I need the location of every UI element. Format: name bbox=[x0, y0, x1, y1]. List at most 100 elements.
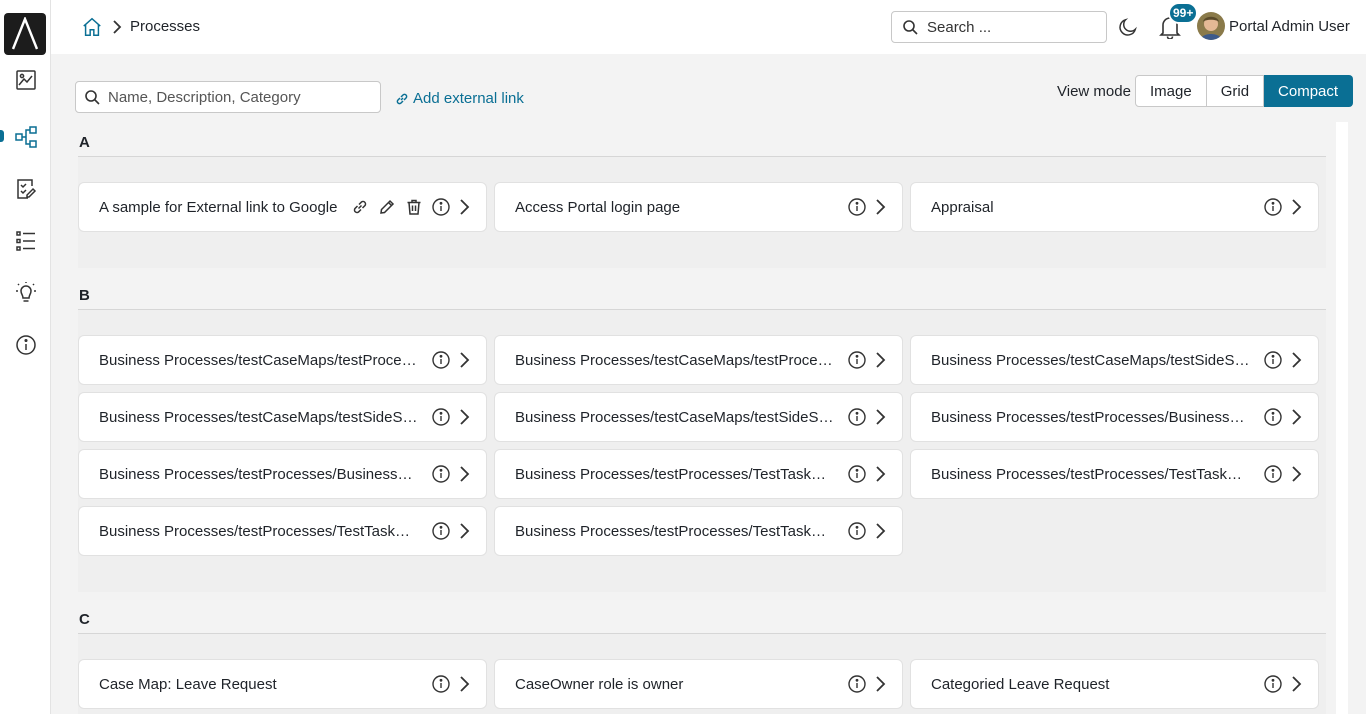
info-icon[interactable] bbox=[847, 350, 867, 370]
info-icon[interactable] bbox=[1263, 464, 1283, 484]
view-mode-image-button[interactable]: Image bbox=[1135, 75, 1207, 107]
chevron-right-icon[interactable] bbox=[1290, 675, 1302, 693]
process-card[interactable]: CaseOwner role is owner bbox=[494, 659, 903, 709]
nav-cases[interactable] bbox=[0, 224, 51, 258]
edit-pencil-icon[interactable] bbox=[377, 197, 397, 217]
logo-icon bbox=[11, 17, 39, 50]
home-icon[interactable] bbox=[81, 16, 103, 38]
process-card[interactable]: Business Processes/testProcesses/TestTas… bbox=[78, 506, 487, 556]
process-name: Business Processes/testCaseMaps/testSide… bbox=[515, 408, 835, 426]
process-card[interactable]: Business Processes/testCaseMaps/testProc… bbox=[494, 335, 903, 385]
breadcrumb-current: Processes bbox=[130, 18, 201, 35]
task-edit-icon bbox=[16, 179, 36, 199]
chevron-right-icon[interactable] bbox=[458, 408, 470, 426]
delete-trash-icon[interactable] bbox=[404, 197, 424, 217]
group-letter: A bbox=[78, 122, 1326, 157]
process-card[interactable]: Appraisal bbox=[910, 182, 1319, 232]
add-external-link[interactable]: Add external link bbox=[394, 90, 524, 107]
process-filter-input[interactable] bbox=[108, 88, 368, 106]
info-icon[interactable] bbox=[847, 521, 867, 541]
link-icon bbox=[396, 93, 408, 104]
global-search-input[interactable]: Search ... bbox=[891, 11, 1107, 43]
process-card[interactable]: Business Processes/testProcesses/TestTas… bbox=[494, 506, 903, 556]
chevron-right-icon[interactable] bbox=[874, 465, 886, 483]
info-icon[interactable] bbox=[1263, 674, 1283, 694]
info-icon bbox=[15, 335, 36, 355]
group-letter: B bbox=[78, 275, 1326, 310]
chevron-right-icon[interactable] bbox=[458, 522, 470, 540]
view-mode-compact-button[interactable]: Compact bbox=[1264, 75, 1354, 107]
view-mode-grid-button[interactable]: Grid bbox=[1206, 75, 1265, 107]
side-navigation bbox=[0, 0, 51, 714]
dark-mode-toggle-icon[interactable] bbox=[1117, 16, 1139, 38]
notification-badge: 99+ bbox=[1168, 2, 1199, 24]
chevron-right-icon[interactable] bbox=[458, 675, 470, 693]
process-card[interactable]: A sample for External link to Google bbox=[78, 182, 487, 232]
search-icon bbox=[903, 20, 918, 35]
process-card[interactable]: Access Portal login page bbox=[494, 182, 903, 232]
chevron-right-icon[interactable] bbox=[874, 198, 886, 216]
info-icon[interactable] bbox=[431, 350, 451, 370]
chevron-right-icon[interactable] bbox=[874, 408, 886, 426]
chevron-right-icon[interactable] bbox=[1290, 408, 1302, 426]
process-card[interactable]: Business Processes/testCaseMaps/testProc… bbox=[78, 335, 487, 385]
nav-ideas[interactable] bbox=[0, 276, 51, 310]
nav-tasks[interactable] bbox=[0, 172, 51, 206]
chevron-right-icon[interactable] bbox=[458, 465, 470, 483]
info-icon[interactable] bbox=[431, 674, 451, 694]
user-name[interactable]: Portal Admin User bbox=[1229, 18, 1350, 35]
chevron-right-icon[interactable] bbox=[1290, 465, 1302, 483]
breadcrumb-chevron-icon bbox=[113, 20, 122, 34]
lightbulb-icon bbox=[15, 282, 36, 302]
process-name: Business Processes/testProcesses/TestTas… bbox=[931, 465, 1251, 483]
process-card[interactable]: Categoried Leave Request bbox=[910, 659, 1319, 709]
top-bar: Processes Search ... 99+ Portal Admin Us… bbox=[51, 0, 1366, 54]
process-name: Categoried Leave Request bbox=[931, 675, 1110, 693]
user-avatar-icon bbox=[1197, 12, 1225, 40]
chevron-right-icon[interactable] bbox=[874, 522, 886, 540]
external-link-icon[interactable] bbox=[350, 197, 370, 217]
nav-processes[interactable] bbox=[0, 120, 51, 154]
nav-dashboard[interactable] bbox=[0, 63, 51, 97]
info-icon[interactable] bbox=[1263, 350, 1283, 370]
info-icon[interactable] bbox=[431, 521, 451, 541]
process-name: Business Processes/testCaseMaps/testProc… bbox=[515, 351, 835, 369]
process-name: Appraisal bbox=[931, 198, 994, 216]
process-card[interactable]: Business Processes/testCaseMaps/testSide… bbox=[78, 392, 487, 442]
process-name: Business Processes/testCaseMaps/testSide… bbox=[931, 351, 1251, 369]
list-icon bbox=[15, 231, 35, 251]
process-name: Business Processes/testProcesses/Busines… bbox=[931, 408, 1251, 426]
scrollbar[interactable] bbox=[1336, 122, 1348, 714]
process-card[interactable]: Business Processes/testProcesses/Busines… bbox=[910, 392, 1319, 442]
chevron-right-icon[interactable] bbox=[1290, 198, 1302, 216]
app-logo[interactable] bbox=[4, 13, 46, 55]
chevron-right-icon[interactable] bbox=[874, 675, 886, 693]
process-card[interactable]: Business Processes/testProcesses/TestTas… bbox=[494, 449, 903, 499]
chevron-right-icon[interactable] bbox=[874, 351, 886, 369]
search-icon bbox=[85, 90, 100, 105]
process-card[interactable]: Business Processes/testCaseMaps/testSide… bbox=[910, 335, 1319, 385]
chevron-right-icon[interactable] bbox=[458, 351, 470, 369]
info-icon[interactable] bbox=[431, 197, 451, 217]
process-card[interactable]: Business Processes/testCaseMaps/testSide… bbox=[494, 392, 903, 442]
nav-about[interactable] bbox=[0, 328, 51, 362]
info-icon[interactable] bbox=[847, 464, 867, 484]
process-card[interactable]: Business Processes/testProcesses/Busines… bbox=[78, 449, 487, 499]
view-mode-switch: Image Grid Compact bbox=[1135, 75, 1354, 107]
process-card[interactable]: Case Map: Leave Request bbox=[78, 659, 487, 709]
info-icon[interactable] bbox=[1263, 197, 1283, 217]
info-icon[interactable] bbox=[431, 464, 451, 484]
chevron-right-icon[interactable] bbox=[458, 198, 470, 216]
process-filter[interactable] bbox=[75, 81, 381, 113]
info-icon[interactable] bbox=[847, 674, 867, 694]
info-icon[interactable] bbox=[847, 197, 867, 217]
process-card[interactable]: Business Processes/testProcesses/TestTas… bbox=[910, 449, 1319, 499]
info-icon[interactable] bbox=[1263, 407, 1283, 427]
process-name: Business Processes/testProcesses/TestTas… bbox=[515, 522, 835, 540]
chevron-right-icon[interactable] bbox=[1290, 351, 1302, 369]
info-icon[interactable] bbox=[847, 407, 867, 427]
process-group-a: A A sample for External link to Google A… bbox=[78, 122, 1326, 268]
avatar[interactable] bbox=[1197, 12, 1225, 40]
info-icon[interactable] bbox=[431, 407, 451, 427]
process-name: Access Portal login page bbox=[515, 198, 681, 216]
